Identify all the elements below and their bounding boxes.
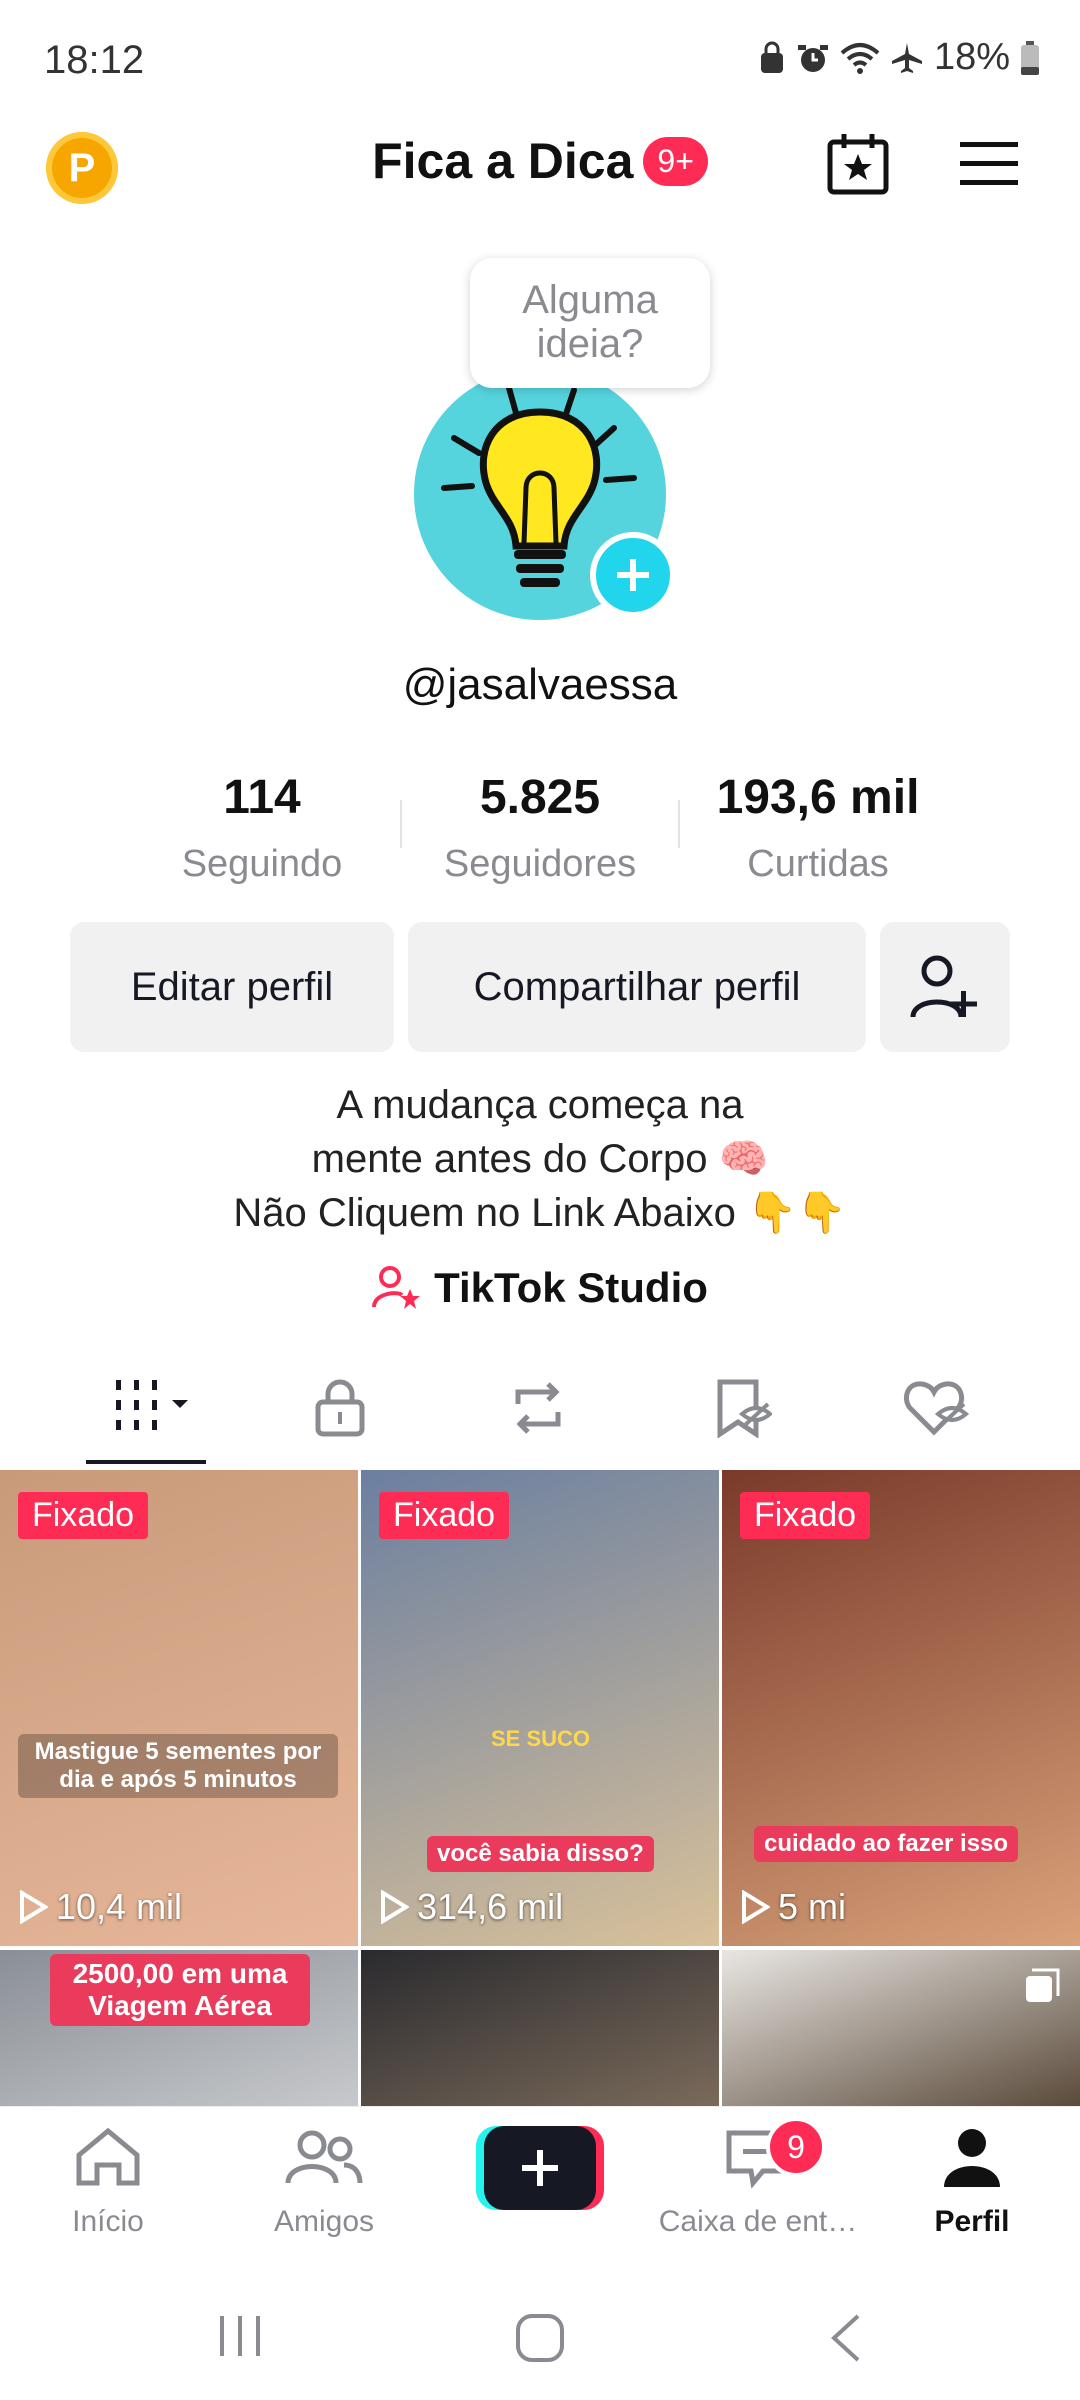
add-friend-button[interactable] xyxy=(880,922,1010,1052)
view-count: 314,6 mil xyxy=(379,1886,563,1928)
bio-line: A mudança começa na xyxy=(336,1083,744,1127)
status-time: 18:12 xyxy=(44,38,145,82)
saved-hidden-tab-icon[interactable] xyxy=(712,1378,772,1438)
view-count: 10,4 mil xyxy=(18,1886,182,1928)
user-star-icon xyxy=(372,1266,421,1309)
studio-label: TikTok Studio xyxy=(434,1264,708,1311)
battery-percent: 18% xyxy=(933,36,1010,78)
pinned-badge: Fixado xyxy=(740,1492,871,1539)
stat-followers-value: 5.825 xyxy=(479,771,601,824)
stat-likes[interactable]: 193,6 mil Curtidas xyxy=(688,770,948,886)
private-lock-tab-icon[interactable] xyxy=(312,1378,368,1438)
back-icon[interactable] xyxy=(826,2312,866,2364)
home-icon xyxy=(76,2127,140,2186)
airplane-icon xyxy=(891,42,922,73)
alarm-icon xyxy=(797,44,828,72)
battery-icon xyxy=(1021,40,1039,75)
video-thumbnail[interactable]: 2500,00 em uma Viagem Aérea xyxy=(0,1950,358,2106)
nav-profile-label: Perfil xyxy=(934,2205,1010,2238)
bubble-line-1: Alguma xyxy=(522,278,658,322)
bio-line: mente antes do Corpo 🧠 xyxy=(311,1137,769,1181)
stat-likes-label: Curtidas xyxy=(747,843,889,885)
profile-icon xyxy=(944,2129,1000,2187)
video-thumbnail[interactable] xyxy=(361,1950,719,2106)
nav-inbox[interactable]: Caixa de ent… xyxy=(628,2125,888,2239)
tiktok-studio-link[interactable]: TikTok Studio xyxy=(0,1264,1080,1312)
bio: A mudança começa na mente antes do Corpo… xyxy=(0,1078,1080,1240)
edit-profile-button[interactable]: Editar perfil xyxy=(70,922,394,1052)
pinned-badge: Fixado xyxy=(18,1492,149,1539)
inbox-badge: 9 xyxy=(766,2117,826,2177)
pinned-badge: Fixado xyxy=(379,1492,510,1539)
stat-following[interactable]: 114 Seguindo xyxy=(132,770,392,886)
video-caption: Mastigue 5 sementes por dia e após 5 min… xyxy=(18,1734,338,1798)
play-icon xyxy=(742,1890,770,1924)
nav-profile[interactable]: Perfil xyxy=(872,2125,1072,2239)
stat-likes-value: 193,6 mil xyxy=(716,771,920,824)
video-thumbnail[interactable]: Fixado SE SUCO você sabia disso? 314,6 m… xyxy=(361,1470,719,1946)
stat-followers[interactable]: 5.825 Seguidores xyxy=(410,770,670,886)
plus-icon xyxy=(617,559,649,591)
stat-divider xyxy=(678,800,680,848)
create-button[interactable] xyxy=(476,2126,604,2210)
nav-inbox-label: Caixa de ent… xyxy=(658,2205,858,2238)
videos-grid-tab-icon[interactable] xyxy=(112,1378,202,1434)
recent-apps-icon[interactable] xyxy=(216,2312,264,2360)
home-button-icon[interactable] xyxy=(514,2312,566,2364)
lock-icon xyxy=(760,41,783,73)
calendar-star-icon[interactable] xyxy=(824,130,892,198)
nav-friends-label: Amigos xyxy=(273,2205,375,2238)
nav-home[interactable]: Início xyxy=(8,2125,208,2239)
view-count-value: 5 mi xyxy=(778,1886,847,1927)
repost-tab-icon[interactable] xyxy=(506,1378,570,1438)
share-profile-button[interactable]: Compartilhar perfil xyxy=(408,922,866,1052)
stat-following-value: 114 xyxy=(223,771,301,824)
active-tab-indicator xyxy=(86,1460,206,1464)
idea-bubble[interactable]: Alguma ideia? xyxy=(470,258,710,388)
title-badge: 9+ xyxy=(643,136,708,186)
view-count: 5 mi xyxy=(740,1886,846,1928)
video-thumbnail[interactable]: Fixado Mastigue 5 sementes por dia e apó… xyxy=(0,1470,358,1946)
view-count-value: 314,6 mil xyxy=(417,1886,564,1927)
system-nav-bar xyxy=(0,2272,1080,2400)
video-caption-top: SE SUCO xyxy=(491,1726,591,1751)
add-user-icon xyxy=(910,955,977,1018)
wifi-icon xyxy=(840,42,880,74)
add-avatar-button[interactable] xyxy=(590,532,676,618)
bubble-line-2: ideia? xyxy=(536,322,644,366)
username: @jasalvaessa xyxy=(402,660,678,709)
view-count-value: 10,4 mil xyxy=(56,1886,183,1927)
multi-image-icon xyxy=(1026,1968,1060,2002)
stat-following-label: Seguindo xyxy=(181,843,343,885)
play-icon xyxy=(381,1890,409,1924)
header-title-area[interactable]: Fica a Dica 9+ xyxy=(0,132,1080,190)
stat-divider xyxy=(400,800,402,848)
menu-icon[interactable] xyxy=(958,140,1020,188)
status-icons: 18% xyxy=(758,36,1040,79)
stat-followers-label: Seguidores xyxy=(443,843,637,885)
nav-friends[interactable]: Amigos xyxy=(224,2125,424,2239)
page-title: Fica a Dica xyxy=(372,133,634,189)
video-caption: você sabia disso? xyxy=(427,1836,654,1872)
video-thumbnail[interactable]: Fixado cuidado ao fazer isso 5 mi xyxy=(722,1470,1080,1946)
friends-icon xyxy=(285,2130,363,2184)
video-caption: cuidado ao fazer isso xyxy=(754,1826,1019,1862)
liked-hidden-tab-icon[interactable] xyxy=(902,1378,970,1438)
video-thumbnail[interactable] xyxy=(722,1950,1080,2106)
play-icon xyxy=(20,1890,48,1924)
nav-home-label: Início xyxy=(72,2205,144,2238)
video-caption: 2500,00 em uma Viagem Aérea xyxy=(50,1954,310,2026)
bio-line: Não Cliquem no Link Abaixo 👇👇 xyxy=(233,1191,847,1235)
